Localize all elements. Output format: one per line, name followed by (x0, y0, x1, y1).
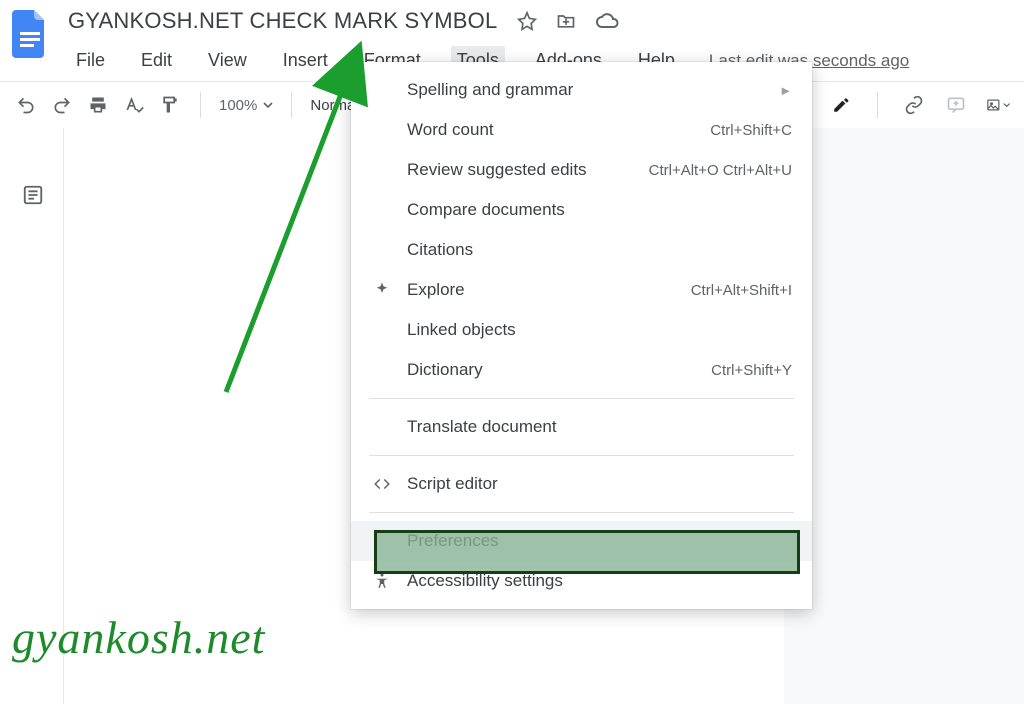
insert-comment-icon[interactable] (944, 93, 968, 117)
tools-item-dictionary[interactable]: Dictionary Ctrl+Shift+Y (351, 350, 812, 390)
toolbar-separator (200, 92, 201, 118)
explore-icon (371, 281, 393, 299)
tools-item-compare[interactable]: Compare documents (351, 190, 812, 230)
menu-item-label: Accessibility settings (407, 571, 563, 591)
menu-separator (369, 398, 794, 399)
menu-item-label: Explore (407, 280, 465, 300)
toolbar-separator (291, 92, 292, 118)
move-folder-icon[interactable] (555, 11, 577, 31)
undo-icon[interactable] (14, 93, 38, 117)
menu-item-label: Script editor (407, 474, 498, 494)
toolbar-separator (877, 92, 878, 118)
menu-view[interactable]: View (202, 46, 253, 75)
menu-file[interactable]: File (70, 46, 111, 75)
menu-item-label: Dictionary (407, 360, 483, 380)
menu-shortcut: Ctrl+Alt+O Ctrl+Alt+U (649, 162, 792, 179)
menu-item-label: Word count (407, 120, 494, 140)
tools-item-script-editor[interactable]: Script editor (351, 464, 812, 504)
chevron-down-icon (1003, 100, 1010, 110)
tools-item-spelling[interactable]: Spelling and grammar ► (351, 70, 812, 110)
document-outline-icon[interactable] (22, 184, 44, 211)
insert-link-icon[interactable] (902, 93, 926, 117)
cloud-status-icon[interactable] (595, 11, 619, 31)
accessibility-icon (371, 572, 393, 590)
tools-item-translate[interactable]: Translate document (351, 407, 812, 447)
zoom-value: 100% (219, 97, 257, 114)
watermark-text: gyankosh.net (12, 611, 265, 664)
menu-shortcut: Ctrl+Alt+Shift+I (691, 282, 792, 299)
annotation-highlight-preferences (374, 530, 800, 574)
zoom-selector[interactable]: 100% (219, 97, 273, 114)
menu-item-label: Review suggested edits (407, 160, 587, 180)
spellcheck-icon[interactable] (122, 93, 146, 117)
star-icon[interactable] (517, 11, 537, 31)
tools-dropdown: Spelling and grammar ► Word count Ctrl+S… (351, 62, 812, 609)
menu-separator (369, 512, 794, 513)
redo-icon[interactable] (50, 93, 74, 117)
document-title[interactable]: GYANKOSH.NET CHECK MARK SYMBOL (68, 8, 497, 34)
menu-item-label: Translate document (407, 417, 557, 437)
tools-item-review-edits[interactable]: Review suggested edits Ctrl+Alt+O Ctrl+A… (351, 150, 812, 190)
docs-app-icon[interactable] (10, 8, 50, 60)
submenu-arrow-icon: ► (779, 83, 792, 98)
tools-item-citations[interactable]: Citations (351, 230, 812, 270)
menu-edit[interactable]: Edit (135, 46, 178, 75)
menu-item-label: Citations (407, 240, 473, 260)
menu-separator (369, 455, 794, 456)
menu-shortcut: Ctrl+Shift+Y (711, 362, 792, 379)
menu-item-label: Compare documents (407, 200, 565, 220)
tools-item-explore[interactable]: Explore Ctrl+Alt+Shift+I (351, 270, 812, 310)
tools-item-linked-objects[interactable]: Linked objects (351, 310, 812, 350)
menu-shortcut: Ctrl+Shift+C (710, 122, 792, 139)
menu-item-label: Linked objects (407, 320, 516, 340)
tools-item-wordcount[interactable]: Word count Ctrl+Shift+C (351, 110, 812, 150)
edit-mode-icon[interactable] (829, 93, 853, 117)
menu-insert[interactable]: Insert (277, 46, 334, 75)
chevron-down-icon (263, 100, 273, 110)
insert-image-icon[interactable] (986, 93, 1010, 117)
code-icon (371, 475, 393, 493)
menu-item-label: Spelling and grammar (407, 80, 573, 100)
paint-format-icon[interactable] (158, 93, 182, 117)
print-icon[interactable] (86, 93, 110, 117)
